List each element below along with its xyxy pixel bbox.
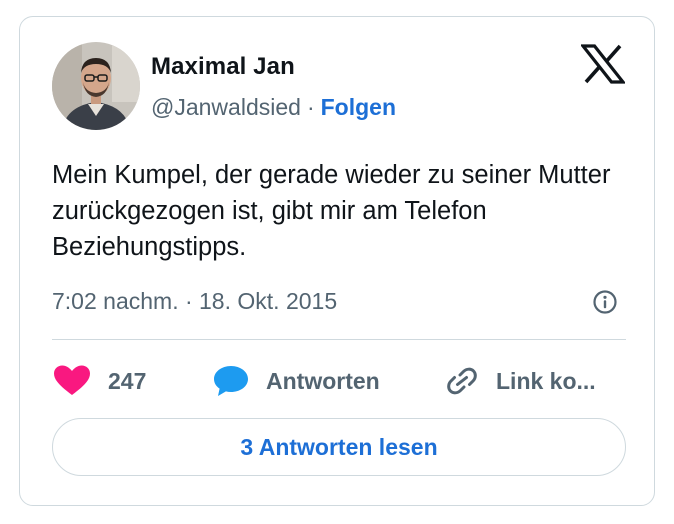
info-icon[interactable] bbox=[592, 289, 618, 315]
follow-button[interactable]: Folgen bbox=[321, 94, 396, 120]
reply-label: Antworten bbox=[266, 367, 380, 394]
author-handle[interactable]: @Janwaldsied bbox=[151, 94, 301, 120]
copy-link-button[interactable]: Link ko... bbox=[444, 364, 596, 398]
speech-bubble-icon bbox=[214, 366, 248, 396]
reply-button[interactable]: Antworten bbox=[212, 364, 380, 398]
heart-icon bbox=[54, 365, 90, 395]
divider bbox=[52, 339, 626, 340]
read-replies-button[interactable]: 3 Antworten lesen bbox=[52, 418, 626, 476]
tweet-timestamp[interactable]: 7:02 nachm. · 18. Okt. 2015 bbox=[52, 288, 337, 315]
like-count: 247 bbox=[108, 367, 147, 394]
like-button[interactable]: 247 bbox=[52, 364, 146, 398]
copy-link-label: Link ko... bbox=[496, 367, 596, 394]
author-meta: @Janwaldsied · Folgen bbox=[151, 94, 396, 121]
x-logo-icon[interactable] bbox=[579, 44, 627, 84]
tweet-card: Maximal Jan @Janwaldsied · Folgen Mein Kum… bbox=[19, 16, 655, 506]
author-name[interactable]: Maximal Jan bbox=[151, 53, 295, 81]
avatar[interactable] bbox=[52, 42, 140, 130]
meta-separator: · bbox=[306, 94, 315, 120]
link-icon bbox=[447, 367, 477, 395]
tweet-text: Mein Kumpel, der gerade wieder zu seiner… bbox=[52, 161, 611, 261]
avatar-photo bbox=[52, 42, 140, 130]
